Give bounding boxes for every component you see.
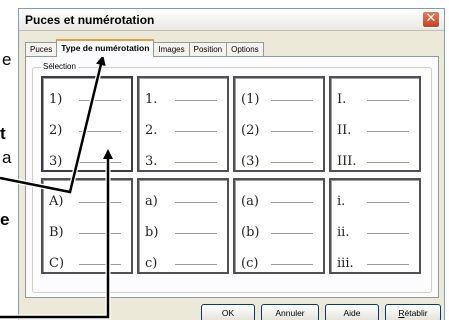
background-text-1: e [2,50,12,69]
style-cell-numeric-dot[interactable]: 1. 2. 3. [137,76,229,172]
style-cell-alpha-lower[interactable]: a) b) c) [137,178,229,274]
marker: iii. [337,256,354,271]
marker: (1) [241,92,260,107]
marker: (2) [241,123,260,138]
marker: 1) [49,92,63,107]
marker: b) [145,225,159,240]
help-button[interactable]: Aide [325,304,379,320]
dialog-title: Puces et numérotation [25,13,155,27]
button-row: OK Annuler Aide Rétablir [19,304,444,320]
marker: (b) [241,225,260,240]
tab-images[interactable]: Images [153,42,190,57]
style-cell-numeric-paren[interactable]: 1) 2) 3) [41,76,133,172]
background-text-2: t [0,124,6,143]
marker: C) [49,256,65,271]
marker: I. [337,92,347,107]
bullets-numbering-dialog: Puces et numérotation ✕ Puces Type de nu… [18,8,445,320]
style-cell-roman-lower[interactable]: i. ii. iii. [329,178,421,274]
tab-panel: Sélection 1) 2) 3) 1. 2. 3. (1) (2) (3) [25,56,439,298]
marker: (c) [241,256,259,271]
cancel-button[interactable]: Annuler [261,304,319,320]
marker: 3. [145,154,158,169]
marker: ii. [337,225,350,240]
style-cell-roman-upper[interactable]: I. II. III. [329,76,421,172]
close-button[interactable]: ✕ [422,11,440,28]
selection-group: Sélection 1) 2) 3) 1. 2. 3. (1) (2) (3) [32,62,432,293]
marker: i. [337,194,346,209]
marker: (3) [241,154,260,169]
ok-button[interactable]: OK [201,304,255,320]
marker: 3) [49,154,63,169]
numbering-style-grid: 1) 2) 3) 1. 2. 3. (1) (2) (3) I. II. III… [41,76,421,274]
marker: B) [49,225,64,240]
marker: 1. [145,92,158,107]
style-cell-numeric-parens[interactable]: (1) (2) (3) [233,76,325,172]
tab-options[interactable]: Options [226,42,264,57]
tab-position[interactable]: Position [188,42,228,57]
marker: c) [145,256,158,271]
marker: A) [49,194,64,209]
style-cell-alpha-parens[interactable]: (a) (b) (c) [233,178,325,274]
marker: a) [145,194,158,209]
marker: II. [337,123,352,138]
tab-bullets[interactable]: Puces [25,42,58,57]
reset-button[interactable]: Rétablir [385,304,441,320]
tab-numbering-type[interactable]: Type de numérotation [56,39,155,57]
close-icon: ✕ [425,11,437,26]
tab-bar: Puces Type de numérotation Images Positi… [25,39,264,57]
selection-label: Sélection [41,62,78,71]
marker: 2) [49,123,63,138]
background-text-4: e [0,210,10,229]
marker: (a) [241,194,259,209]
title-bar[interactable]: Puces et numérotation ✕ [19,9,444,31]
background-text-3: a [2,148,12,167]
marker: III. [337,154,357,169]
style-cell-alpha-upper[interactable]: A) B) C) [41,178,133,274]
marker: 2. [145,123,158,138]
